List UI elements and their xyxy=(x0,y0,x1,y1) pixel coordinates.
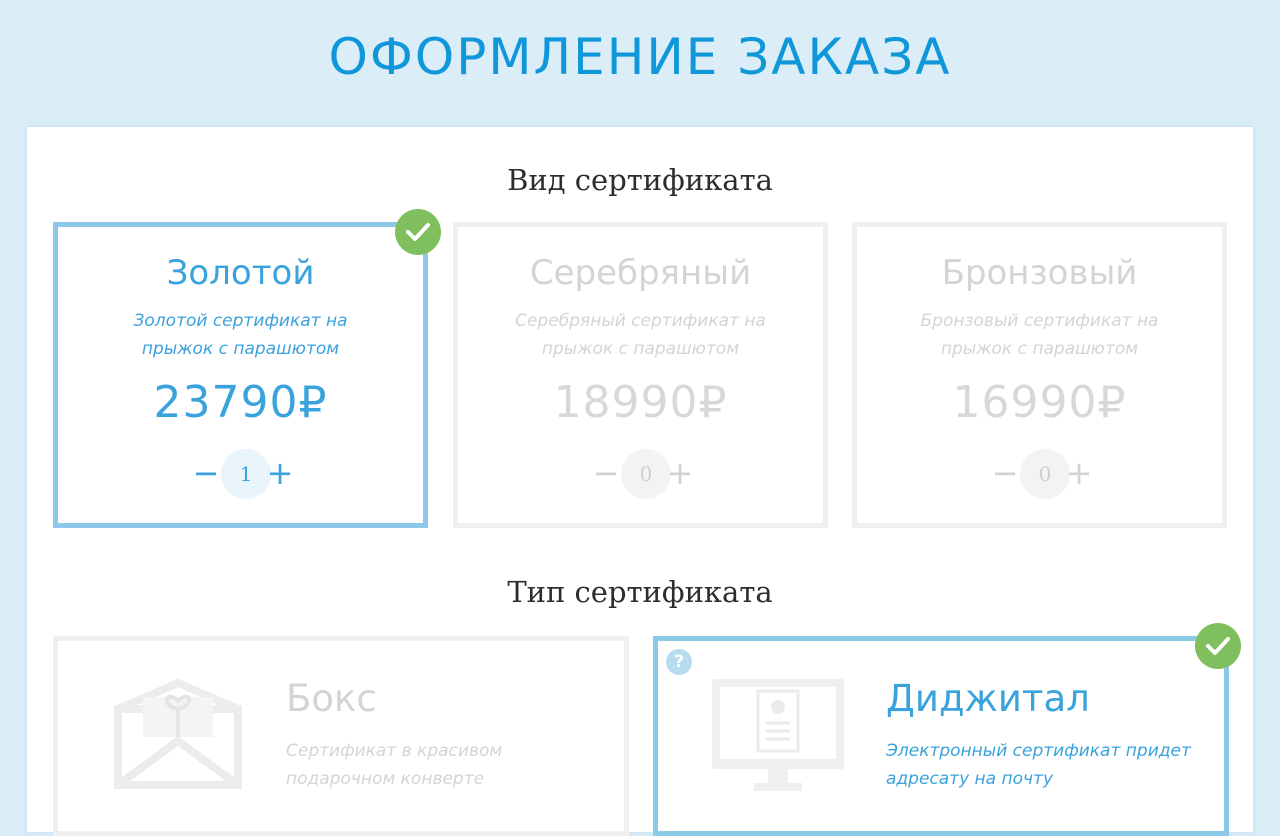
type-section-title: Тип сертификата xyxy=(507,575,773,609)
type-card-digital[interactable]: ? Диджитал Электронный сертификат придет… xyxy=(653,636,1229,836)
quantity-stepper: − 0 + xyxy=(458,449,823,499)
quantity-decrement-button[interactable]: − xyxy=(186,453,226,493)
type-card-box[interactable]: Бокс Сертификат в красивом подарочном ко… xyxy=(53,636,629,836)
check-icon xyxy=(395,209,441,255)
quantity-increment-button[interactable]: + xyxy=(260,453,300,493)
quantity-decrement-button[interactable]: − xyxy=(586,453,626,493)
type-card-description: Электронный сертификат придет адресату н… xyxy=(886,741,1191,789)
kind-card-name: Серебряный xyxy=(529,253,752,293)
type-card-description: Сертификат в красивом подарочном конверт… xyxy=(286,741,503,789)
kind-card-price: 18990₽ xyxy=(553,377,728,428)
help-icon[interactable]: ? xyxy=(666,649,692,675)
gift-envelope-icon xyxy=(108,679,248,793)
quantity-increment-button[interactable]: + xyxy=(660,453,700,493)
quantity-decrement-button[interactable]: − xyxy=(985,453,1025,493)
quantity-increment-button[interactable]: + xyxy=(1059,453,1099,493)
kind-section-title: Вид сертификата xyxy=(507,163,773,197)
kind-card-description: Золотой сертификат на прыжок с парашютом xyxy=(133,311,348,359)
order-panel: Вид сертификата Золотой Золотой сертифик… xyxy=(27,127,1253,836)
quantity-stepper: − 0 + xyxy=(857,449,1222,499)
quantity-stepper: − 1 + xyxy=(58,449,423,499)
kind-card-name: Золотой xyxy=(166,253,315,293)
kind-card-bronze[interactable]: Бронзовый Бронзовый сертификат на прыжок… xyxy=(852,222,1227,528)
kind-card-name: Бронзовый xyxy=(941,253,1138,293)
kind-card-price: 23790₽ xyxy=(153,377,328,428)
type-card-name: Диджитал xyxy=(886,677,1090,720)
page-title: ОФОРМЛЕНИЕ ЗАКАЗА xyxy=(328,28,952,86)
monitor-certificate-icon xyxy=(708,679,848,798)
check-icon xyxy=(1195,623,1241,669)
kind-card-description: Бронзовый сертификат на прыжок с парашют… xyxy=(920,311,1159,359)
type-card-name: Бокс xyxy=(286,677,377,720)
kind-card-silver[interactable]: Серебряный Серебряный сертификат на прыж… xyxy=(453,222,828,528)
kind-card-description: Серебряный сертификат на прыжок с парашю… xyxy=(515,311,766,359)
kind-card-price: 16990₽ xyxy=(952,377,1127,428)
kind-card-gold[interactable]: Золотой Золотой сертификат на прыжок с п… xyxy=(53,222,428,528)
